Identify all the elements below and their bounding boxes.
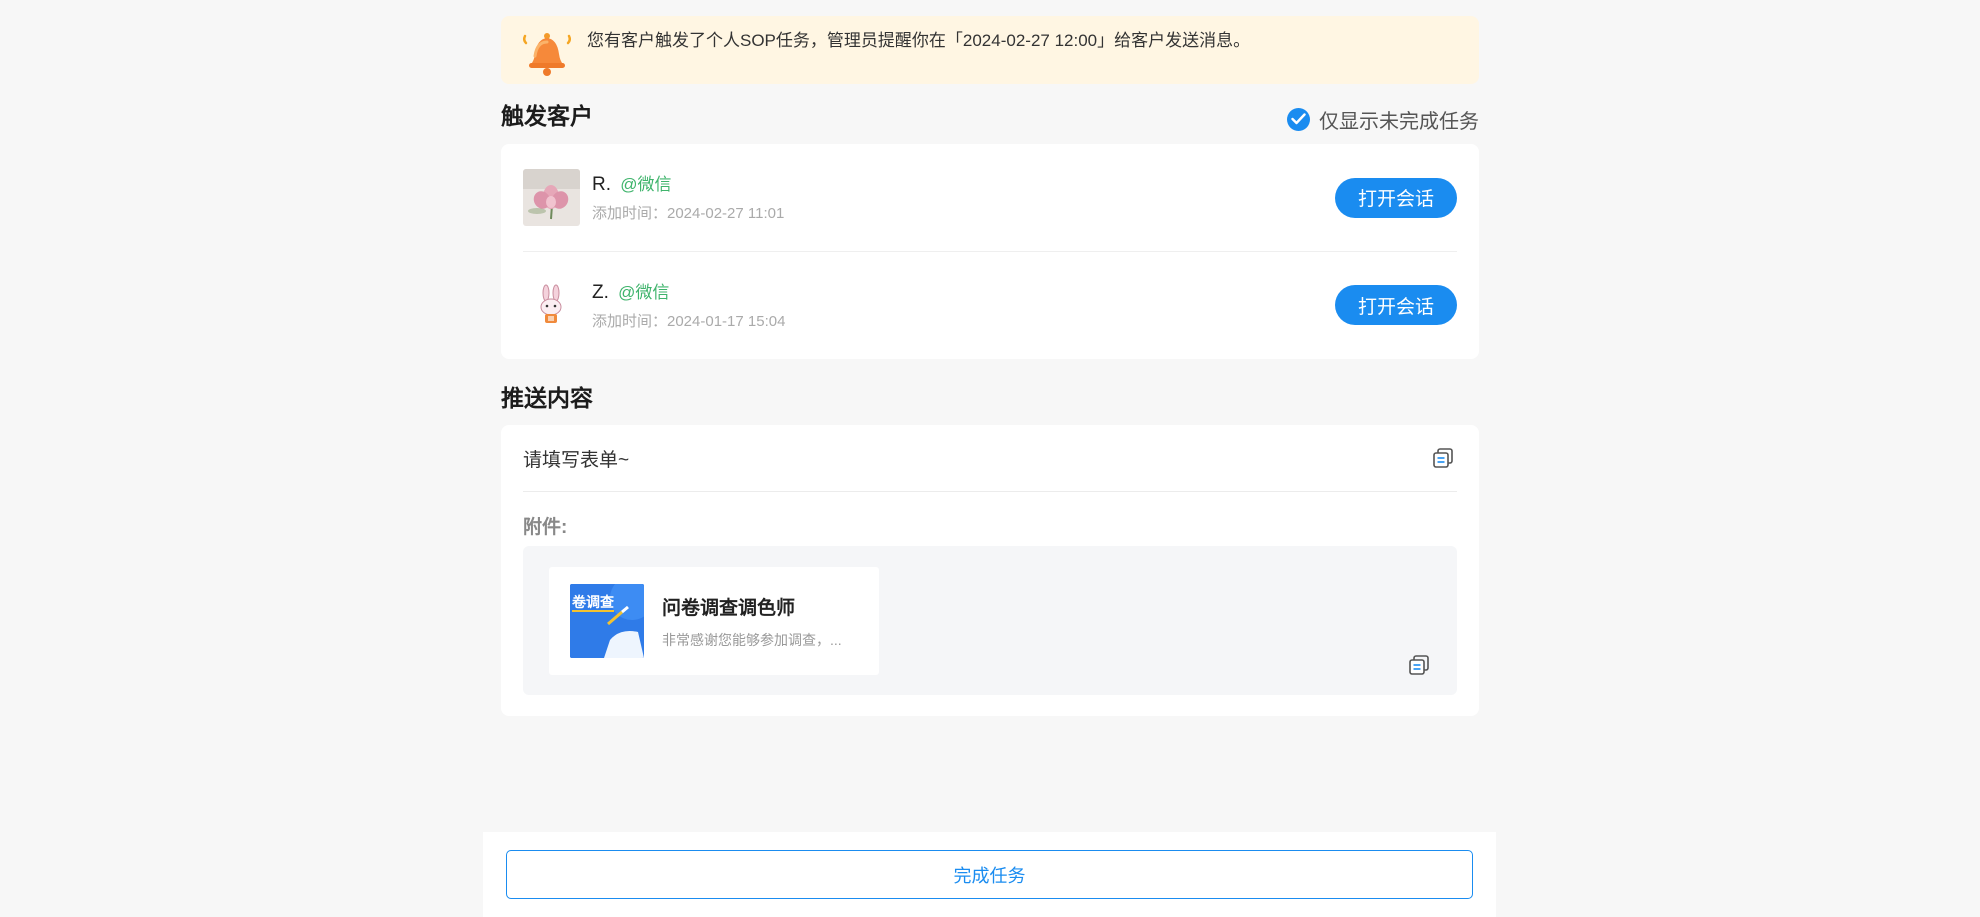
customer-name-line: R. @微信: [592, 172, 1335, 198]
page: 您有客户触发了个人SOP任务，管理员提醒你在「2024-02-27 12:00」…: [0, 0, 1980, 917]
push-content-card: 请填写表单~ 附件: 卷调查 问卷调查调色师 非常感谢您能够参加调查，...: [501, 425, 1479, 716]
attachment-description: 非常感谢您能够参加调查，...: [662, 631, 842, 648]
bell-icon: [521, 30, 573, 80]
footer-bar: 完成任务: [483, 832, 1496, 917]
customers-card: R. @微信 添加时间：2024-02-27 11:01 打开会话 Z. @微信…: [501, 144, 1479, 359]
attachment-box: 卷调查 问卷调查调色师 非常感谢您能够参加调查，...: [523, 546, 1457, 695]
customer-add-time: 添加时间：2024-01-17 15:04: [592, 312, 786, 330]
push-text: 请填写表单~: [523, 449, 630, 471]
attachment-label: 附件:: [523, 517, 568, 538]
customer-row: R. @微信 添加时间：2024-02-27 11:01 打开会话: [523, 144, 1457, 251]
customers-section-title: 触发客户: [501, 103, 593, 129]
customer-name-line: Z. @微信: [592, 280, 1335, 306]
copy-icon[interactable]: [1431, 446, 1455, 470]
attachment-item[interactable]: 卷调查 问卷调查调色师 非常感谢您能够参加调查，...: [549, 567, 879, 675]
customers-section-header: 触发客户 仅显示未完成任务: [501, 84, 1479, 144]
only-unfinished-toggle[interactable]: 仅显示未完成任务: [1287, 105, 1479, 134]
notice-banner: 您有客户触发了个人SOP任务，管理员提醒你在「2024-02-27 12:00」…: [501, 16, 1479, 84]
finish-task-button[interactable]: 完成任务: [506, 850, 1473, 899]
open-chat-button[interactable]: 打开会话: [1335, 285, 1457, 325]
customer-info: R. @微信 添加时间：2024-02-27 11:01: [592, 172, 1335, 223]
push-section-header: 推送内容: [501, 359, 1479, 425]
customer-row: Z. @微信 添加时间：2024-01-17 15:04 打开会话: [523, 251, 1457, 358]
push-section-title: 推送内容: [501, 385, 593, 411]
push-text-row: 请填写表单~: [523, 425, 1457, 492]
customer-source: @微信: [620, 175, 672, 194]
attachment-info: 问卷调查调色师 非常感谢您能够参加调查，...: [662, 593, 872, 650]
attachment-thumbnail: 卷调查: [570, 584, 644, 658]
attachment-thumbnail-text: 卷调查: [572, 594, 614, 612]
open-chat-button[interactable]: 打开会话: [1335, 177, 1457, 218]
avatar: [523, 169, 580, 226]
avatar: [523, 276, 580, 334]
check-icon[interactable]: [1287, 107, 1310, 131]
notice-text: 您有客户触发了个人SOP任务，管理员提醒你在「2024-02-27 12:00」…: [587, 31, 1251, 50]
customer-name: R.: [592, 174, 611, 195]
main-column: 您有客户触发了个人SOP任务，管理员提醒你在「2024-02-27 12:00」…: [501, 16, 1479, 716]
attachment-title: 问卷调查调色师: [662, 597, 796, 619]
customer-info: Z. @微信 添加时间：2024-01-17 15:04: [592, 280, 1335, 331]
only-unfinished-label: 仅显示未完成任务: [1319, 110, 1479, 133]
copy-icon[interactable]: [1407, 653, 1431, 677]
customer-name: Z.: [592, 281, 609, 303]
customer-source: @微信: [618, 282, 670, 302]
customer-add-time: 添加时间：2024-02-27 11:01: [592, 205, 785, 222]
